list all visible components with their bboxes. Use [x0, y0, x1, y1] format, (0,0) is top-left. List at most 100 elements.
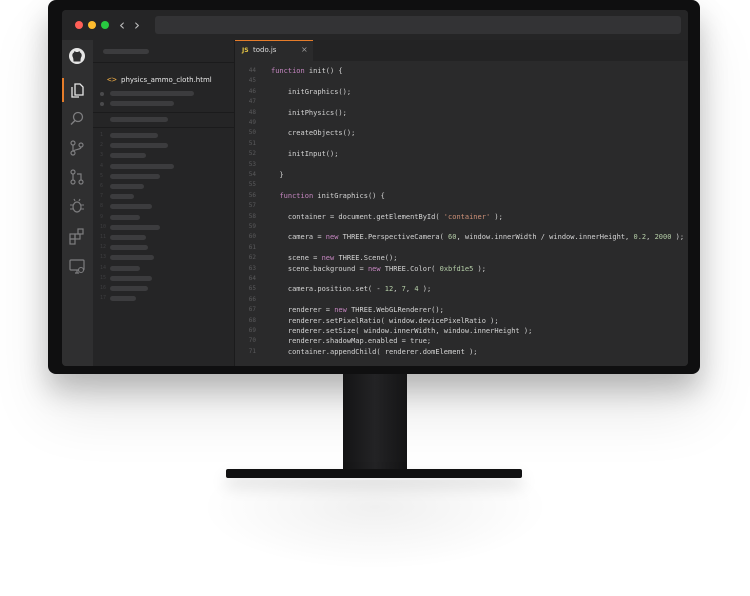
sidebar-divider: [93, 112, 234, 113]
code-line: 46 initGraphics();: [235, 87, 688, 97]
back-arrow-icon[interactable]: ‹: [119, 16, 125, 34]
title-bar: ‹ ›: [62, 10, 688, 40]
code-text: container = document.getElementById( 'co…: [271, 212, 503, 221]
js-file-icon: JS: [242, 47, 249, 54]
code-text: initInput();: [271, 150, 339, 159]
tree-line-number: 9: [100, 213, 104, 220]
address-bar[interactable]: [155, 16, 681, 34]
files-icon[interactable]: [67, 80, 87, 100]
tree-item[interactable]: [110, 143, 168, 149]
code-line: 64: [235, 274, 688, 284]
tree-item[interactable]: [110, 275, 152, 281]
line-number: 53: [248, 160, 256, 168]
code-line: 65 camera.position.set( - 12, 7, 4 );: [235, 284, 688, 294]
tree-item[interactable]: [110, 163, 174, 169]
tree-item[interactable]: [110, 153, 146, 159]
code-line: 44 function init() {: [235, 66, 688, 76]
html-file-icon: <>: [107, 75, 117, 84]
code-text: function initGraphics() {: [279, 191, 385, 200]
code-text: container.appendChild( renderer.domEleme…: [271, 347, 478, 356]
line-number: 71: [248, 347, 256, 355]
tree-line-number: 11: [100, 234, 107, 240]
maximize-window-button[interactable]: [101, 21, 109, 29]
minimize-window-button[interactable]: [88, 21, 96, 29]
line-number: 48: [248, 108, 256, 116]
tree-item[interactable]: [110, 296, 136, 302]
code-text: initPhysics();: [271, 108, 347, 117]
tree-line-number: 16: [100, 285, 107, 291]
code-line: 70 renderer.shadowMap.enabled = true;: [235, 336, 688, 346]
github-icon[interactable]: [67, 46, 87, 66]
open-file-item[interactable]: <> physics_ammo_cloth.html: [93, 74, 234, 88]
code-line: 61: [235, 243, 688, 253]
section-heading-placeholder: [110, 117, 168, 122]
code-line: 57: [235, 201, 688, 211]
code-line: 59: [235, 222, 688, 232]
search-icon[interactable]: [67, 109, 87, 129]
tree-item[interactable]: [110, 286, 148, 291]
tree-item[interactable]: [110, 224, 160, 230]
sidebar-divider: [93, 127, 234, 128]
line-number: 47: [248, 98, 256, 106]
tree-item[interactable]: [110, 255, 154, 261]
code-line: 62 scene = new THREE.Scene();: [235, 253, 688, 263]
code-line: 69 renderer.setSize( window.innerWidth, …: [235, 326, 688, 336]
tree-line-number: 17: [100, 295, 107, 302]
source-control-icon[interactable]: [67, 138, 87, 158]
tree-item[interactable]: [110, 214, 140, 220]
line-number: 63: [248, 264, 256, 272]
debug-icon[interactable]: [67, 196, 87, 216]
tree-line-number: 3: [100, 152, 104, 159]
tree-item[interactable]: [110, 133, 158, 138]
code-text: createObjects();: [271, 129, 356, 138]
tree-line-number: 14: [100, 264, 107, 271]
forward-arrow-icon[interactable]: ›: [134, 16, 140, 34]
line-number: 57: [248, 202, 256, 210]
close-icon[interactable]: ×: [301, 45, 308, 54]
open-file-name: physics_ammo_cloth.html: [121, 76, 212, 84]
code-line: 54 }: [235, 170, 688, 180]
tree-item[interactable]: [110, 173, 160, 179]
line-number: 67: [248, 306, 256, 314]
code-editor: JS todo.js × 44 function init() {45 46 ini…: [235, 40, 688, 366]
tree-line-number: 15: [100, 274, 107, 281]
extensions-icon[interactable]: [67, 226, 87, 246]
tree-item[interactable]: [110, 265, 140, 271]
code-line: 45: [235, 76, 688, 86]
sidebar-divider: [93, 62, 234, 63]
tree-line-number: 5: [100, 172, 104, 179]
line-number: 54: [248, 171, 256, 178]
code-line: 50 createObjects();: [235, 128, 688, 138]
line-number: 66: [248, 295, 256, 303]
tree-item[interactable]: [110, 204, 152, 210]
code-line: 47: [235, 97, 688, 107]
list-item[interactable]: [110, 101, 174, 106]
tab-todo-js[interactable]: JS todo.js ×: [235, 40, 313, 61]
code-line: 58 container = document.getElementById( …: [235, 212, 688, 222]
tree-item[interactable]: [110, 235, 146, 240]
list-item[interactable]: [110, 91, 194, 96]
line-number: 58: [248, 212, 256, 220]
code-text: camera = new THREE.PerspectiveCamera( 60…: [271, 233, 685, 242]
line-number: 65: [248, 285, 256, 293]
code-text: renderer = new THREE.WebGLRenderer();: [271, 306, 444, 315]
line-number: 64: [248, 275, 256, 282]
code-text: function init() {: [271, 67, 343, 75]
code-text: renderer.shadowMap.enabled = true;: [271, 337, 432, 346]
line-number: 70: [248, 337, 256, 345]
tree-item[interactable]: [110, 194, 134, 200]
close-window-button[interactable]: [75, 21, 83, 29]
line-number: 56: [248, 191, 256, 199]
pull-request-icon[interactable]: [67, 167, 87, 187]
monitor-stand-base: [226, 469, 522, 478]
list-bullet: [100, 92, 104, 96]
line-number: 50: [248, 129, 256, 137]
line-number: 51: [248, 139, 256, 147]
tab-strip: JS todo.js ×: [235, 40, 688, 61]
line-number: 46: [248, 87, 256, 95]
remote-icon[interactable]: [67, 256, 87, 276]
tree-item[interactable]: [110, 245, 148, 251]
code-text: }: [271, 171, 284, 179]
tree-item[interactable]: [110, 184, 144, 189]
code-line: 52 initInput();: [235, 149, 688, 159]
